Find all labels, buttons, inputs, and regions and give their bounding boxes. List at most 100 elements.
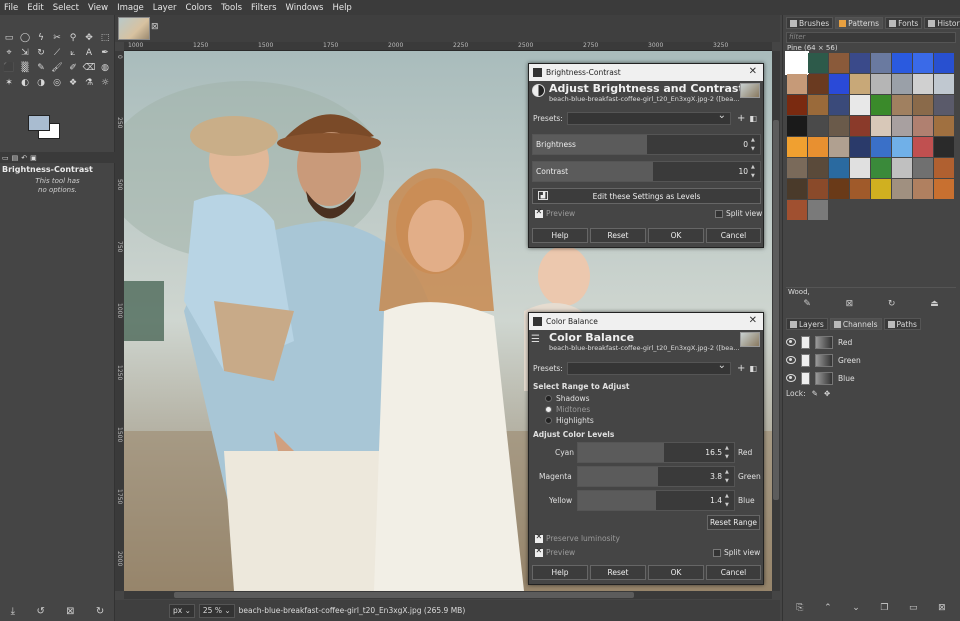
pattern-swatch[interactable]	[892, 116, 912, 136]
menu-select[interactable]: Select	[53, 3, 79, 13]
edit-pattern-icon[interactable]: ✎	[803, 299, 811, 309]
pattern-swatch[interactable]	[787, 158, 807, 178]
pattern-swatch[interactable]	[850, 179, 870, 199]
new-channel-icon[interactable]: ⎘	[796, 603, 803, 613]
close-icon[interactable]: ✕	[749, 315, 757, 326]
tool-10-icon[interactable]: ⟋	[50, 46, 64, 59]
preview-row[interactable]: Preview	[535, 207, 575, 218]
help-button[interactable]: Help	[532, 228, 588, 243]
cancel-button[interactable]: Cancel	[706, 565, 761, 580]
tool-1-icon[interactable]: ◯	[18, 31, 32, 44]
pattern-swatch[interactable]	[829, 116, 849, 136]
reset-button[interactable]: Reset	[590, 228, 646, 243]
lower-channel-icon[interactable]: ⌄	[852, 603, 860, 613]
pattern-swatch[interactable]	[913, 137, 933, 157]
close-icon[interactable]: ⊠	[151, 22, 159, 32]
preset-menu-icon[interactable]: ◧	[749, 114, 757, 123]
tool-6-icon[interactable]: ⬚	[98, 31, 112, 44]
tool-3-icon[interactable]: ✂	[50, 31, 64, 44]
tool-8-icon[interactable]: ⇲	[18, 46, 32, 59]
add-preset-icon[interactable]: +	[737, 363, 745, 374]
magenta-green-slider[interactable]: 3.8 ▲ ▼	[577, 466, 735, 487]
pattern-swatch[interactable]	[808, 74, 828, 94]
split-view-row[interactable]: Split view	[715, 209, 762, 218]
eye-icon[interactable]	[786, 338, 796, 346]
spin-arrows-icon[interactable]: ▲ ▼	[751, 136, 759, 154]
open-as-image-icon[interactable]: ⏏	[930, 299, 939, 309]
edit-as-levels-button[interactable]: ▟ Edit these Settings as Levels	[532, 188, 761, 204]
yellow-blue-value[interactable]: 1.4	[710, 496, 722, 505]
pattern-swatch[interactable]	[850, 95, 870, 115]
help-button[interactable]: Help	[532, 565, 588, 580]
tool-4-icon[interactable]: ⚲	[66, 31, 80, 44]
pattern-swatch[interactable]	[850, 116, 870, 136]
restore-options-icon[interactable]: ↺	[36, 606, 44, 617]
add-preset-icon[interactable]: +	[737, 113, 745, 124]
reset-options-icon[interactable]: ↻	[96, 606, 104, 617]
tab-fonts[interactable]: Fonts	[885, 17, 923, 29]
horizontal-scrollbar-thumb[interactable]	[174, 592, 634, 598]
pattern-swatch[interactable]	[808, 137, 828, 157]
pattern-swatch[interactable]	[913, 74, 933, 94]
pattern-swatch[interactable]	[892, 53, 912, 73]
reset-button[interactable]: Reset	[590, 565, 646, 580]
pattern-swatch[interactable]	[934, 137, 954, 157]
pattern-swatch[interactable]	[850, 74, 870, 94]
pattern-swatch[interactable]	[871, 74, 891, 94]
pattern-swatch[interactable]	[913, 179, 933, 199]
brightness-value[interactable]: 0	[743, 140, 748, 149]
pattern-swatch[interactable]	[871, 53, 891, 73]
cyan-red-slider[interactable]: 16.5 ▲ ▼	[577, 442, 735, 463]
foreground-color-swatch[interactable]	[28, 115, 50, 131]
pattern-swatch[interactable]	[892, 179, 912, 199]
radio-midtones[interactable]	[545, 406, 552, 413]
pattern-swatch[interactable]	[892, 158, 912, 178]
menu-layer[interactable]: Layer	[153, 3, 177, 13]
pattern-swatch[interactable]	[787, 179, 807, 199]
tool-11-icon[interactable]: ⟀	[66, 46, 80, 59]
presets-combo[interactable]	[567, 360, 731, 375]
pattern-swatch[interactable]	[913, 158, 933, 178]
pattern-swatch[interactable]	[913, 53, 933, 73]
menu-image[interactable]: Image	[117, 3, 144, 13]
pattern-swatch[interactable]	[808, 179, 828, 199]
range-highlights[interactable]: Highlights	[545, 416, 594, 425]
pattern-swatch[interactable]	[829, 74, 849, 94]
spin-arrows-icon[interactable]: ▲ ▼	[725, 468, 733, 486]
lock-pixels-icon[interactable]: ✎	[812, 389, 818, 398]
split-view-row[interactable]: Split view	[713, 548, 760, 557]
tool-17-icon[interactable]: 🖌	[50, 61, 64, 74]
pattern-swatch[interactable]	[829, 95, 849, 115]
tool-options-icon[interactable]: ▭	[2, 154, 9, 162]
tool-0-icon[interactable]: ▭	[2, 31, 16, 44]
tool-25-icon[interactable]: ❖	[66, 76, 80, 89]
pattern-swatch[interactable]	[808, 116, 828, 136]
menu-help[interactable]: Help	[332, 3, 351, 13]
menu-view[interactable]: View	[88, 3, 108, 13]
tool-16-icon[interactable]: ✎	[34, 61, 48, 74]
contrast-slider[interactable]: Contrast 10 ▲ ▼	[532, 161, 761, 182]
range-midtones[interactable]: Midtones	[545, 405, 590, 414]
pattern-swatch[interactable]	[850, 53, 870, 73]
pattern-swatch[interactable]	[850, 158, 870, 178]
tool-26-icon[interactable]: ⚗	[82, 76, 96, 89]
close-icon[interactable]: ✕	[749, 66, 757, 77]
pattern-swatch[interactable]	[934, 53, 954, 73]
pattern-swatch[interactable]	[913, 116, 933, 136]
menu-tools[interactable]: Tools	[221, 3, 242, 13]
range-shadows[interactable]: Shadows	[545, 394, 590, 403]
tab-channels[interactable]: Channels	[829, 318, 882, 330]
pattern-swatch[interactable]	[871, 179, 891, 199]
ok-button[interactable]: OK	[648, 228, 704, 243]
duplicate-channel-icon[interactable]: ❐	[880, 603, 888, 613]
radio-shadows[interactable]	[545, 395, 552, 402]
unit-select[interactable]: px ⌄	[169, 603, 195, 618]
menu-filters[interactable]: Filters	[251, 3, 276, 13]
pattern-swatch[interactable]	[808, 53, 828, 73]
channel-row-red[interactable]: Red	[786, 334, 956, 350]
refresh-patterns-icon[interactable]: ↻	[888, 299, 896, 309]
spin-arrows-icon[interactable]: ▲ ▼	[725, 492, 733, 510]
delete-pattern-icon[interactable]: ⊠	[846, 299, 854, 309]
pattern-swatch[interactable]	[892, 95, 912, 115]
menu-file[interactable]: File	[4, 3, 18, 13]
